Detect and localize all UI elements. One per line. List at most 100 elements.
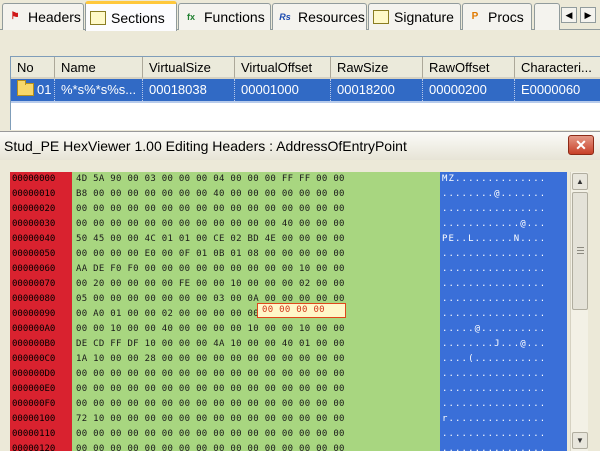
hex-offset: 00000110 [12,429,56,439]
tab-label: Procs [488,9,524,25]
hex-line: 00000060 AA DE F0 F0 00 00 00 00 00 00 00… [10,262,567,276]
thumb-grip-line [577,247,584,248]
hex-bytes[interactable]: 00 00 00 00 E0 00 0F 01 0B 01 08 00 00 0… [76,247,345,261]
arrow-left-icon: ◀ [565,9,573,20]
hex-line: 000000C0 1A 10 00 00 28 00 00 00 00 00 00… [10,352,567,366]
cell-text: 00000200 [429,82,487,97]
hex-bytes[interactable]: B8 00 00 00 00 00 00 00 40 00 00 00 00 0… [76,187,345,201]
hex-ascii[interactable]: ................ [442,307,546,321]
tab-procs[interactable]: P Procs [462,3,532,30]
hex-line: 00000020 00 00 00 00 00 00 00 00 00 00 00… [10,202,567,216]
hex-offset: 000000A0 [12,324,56,334]
tab-scroll-left-button[interactable]: ◀ [561,7,577,23]
vertical-scrollbar[interactable]: ▲ ▼ [570,172,588,451]
hex-ascii[interactable]: ........@....... [442,187,546,201]
hex-ascii[interactable]: ................ [442,367,546,381]
tab-resources[interactable]: Rs Resources [272,3,367,30]
hex-bytes[interactable]: 00 00 00 00 00 00 00 00 00 00 00 00 00 0… [76,427,345,441]
tab-bar: ⚑ Headers Sections fx Functions Rs Resources Si… [0,0,600,31]
table-header: No Name VirtualSize VirtualOffset RawSize Raw… [11,57,600,79]
hex-bytes[interactable]: 1A 10 00 00 28 00 00 00 00 00 00 00 00 0… [76,352,345,366]
hexviewer-title: Stud_PE HexViewer 1.00 Editing Headers :… [4,138,407,154]
hex-offset: 000000E0 [12,384,56,394]
hex-bytes[interactable]: 00 00 00 00 00 00 00 00 00 00 00 00 00 0… [76,367,345,381]
hex-bytes[interactable]: 72 10 00 00 00 00 00 00 00 00 00 00 00 0… [76,412,345,426]
hex-ascii[interactable]: r............... [442,412,546,426]
scroll-up-button[interactable]: ▲ [572,173,588,190]
close-button[interactable]: ✕ [568,135,594,155]
tab-label: Sections [111,9,165,26]
scroll-down-button[interactable]: ▼ [572,432,588,449]
hex-line: 000000D0 00 00 00 00 00 00 00 00 00 00 00… [10,367,567,381]
hex-ascii[interactable]: ................ [442,427,546,441]
hex-line: 00000030 00 00 00 00 00 00 00 00 00 00 00… [10,217,567,231]
table-cell: 01 [11,79,55,101]
hex-ascii[interactable]: ................ [442,262,546,276]
hexviewer-titlebar[interactable]: Stud_PE HexViewer 1.00 Editing Headers :… [0,132,600,160]
column-header[interactable]: Name [55,57,143,79]
tab-sections[interactable]: Sections [85,1,177,31]
hex-bytes[interactable]: 00 00 00 00 00 00 00 00 00 00 00 00 00 0… [76,397,345,411]
column-header[interactable]: Characteri... [515,57,600,79]
hex-offset: 00000010 [12,189,56,199]
table-row[interactable]: 01 %*s%*s%s... 00018038 00001000 00018200 000… [11,79,600,101]
hex-ascii[interactable]: MZ.............. [442,172,546,186]
table-cell: E0000060 [515,79,600,101]
sections-table: No Name VirtualSize VirtualOffset RawSize Raw… [10,56,600,130]
hex-offset: 00000090 [12,309,56,319]
column-header[interactable]: VirtualOffset [235,57,331,79]
hex-line: 00000050 00 00 00 00 E0 00 0F 01 0B 01 08… [10,247,567,261]
hex-ascii[interactable]: ................ [442,277,546,291]
column-header[interactable]: No [11,57,55,79]
headers-icon: ⚑ [10,11,20,22]
sections-icon [90,10,106,25]
hex-bytes[interactable]: 00 00 00 00 00 00 00 00 00 00 00 00 40 0… [76,217,345,231]
hex-offset: 000000B0 [12,339,56,349]
hex-bytes[interactable]: 00 00 00 00 00 00 00 00 00 00 00 00 00 0… [76,382,345,396]
tab-functions[interactable]: fx Functions [178,3,271,30]
tab-label: Headers [28,9,81,25]
hex-ascii[interactable]: .....@.......... [442,322,546,336]
hex-bytes[interactable]: 00 20 00 00 00 00 FE 00 00 10 00 00 00 0… [76,277,345,291]
hex-bytes[interactable]: 50 45 00 00 4C 01 01 00 CE 02 BD 4E 00 0… [76,232,345,246]
hex-bytes[interactable]: AA DE F0 F0 00 00 00 00 00 00 00 00 00 1… [76,262,345,276]
hex-bytes[interactable]: DE CD FF DF 10 00 00 00 4A 10 00 00 40 0… [76,337,345,351]
column-header[interactable]: VirtualSize [143,57,235,79]
hex-ascii[interactable]: ................ [442,292,546,306]
hex-ascii[interactable]: ................ [442,382,546,396]
hex-bytes[interactable]: 00 00 00 00 00 00 00 00 00 00 00 00 00 0… [76,202,345,216]
folder-icon [17,80,34,96]
procs-icon: P [471,11,479,22]
hex-line: 00000010 B8 00 00 00 00 00 00 00 40 00 00… [10,187,567,201]
tab-headers[interactable]: ⚑ Headers [2,3,84,30]
hex-ascii[interactable]: ................ [442,397,546,411]
tab-signature[interactable]: Signature [368,3,461,30]
thumb-grip-line [577,253,584,254]
hex-ascii[interactable]: ................ [442,202,546,216]
hex-bytes[interactable]: 4D 5A 90 00 03 00 00 00 04 00 00 00 FF F… [76,172,345,186]
hex-dump[interactable]: 00000000 4D 5A 90 00 03 00 00 00 04 00 00… [10,172,567,451]
hex-line: 000000B0 DE CD FF DF 10 00 00 00 4A 10 00… [10,337,567,351]
hex-ascii[interactable]: ....(........... [442,352,546,366]
signature-icon [373,10,389,24]
hex-ascii[interactable]: ............@... [442,217,546,231]
hex-bytes[interactable]: 00 00 10 00 00 40 00 00 00 00 10 00 00 1… [76,322,345,336]
entry-point-highlight[interactable]: 00 00 00 00 [257,303,346,318]
hex-line: 00000040 50 45 00 00 4C 01 01 00 CE 02 BD… [10,232,567,246]
hex-ascii[interactable]: PE..L......N.... [442,232,546,246]
scroll-thumb[interactable] [572,192,588,310]
arrow-right-icon: ▶ [584,9,592,20]
sections-panel: No Name VirtualSize VirtualOffset RawSize Raw… [0,30,600,130]
tab-overflow[interactable] [534,3,560,30]
table-cell: 00001000 [235,79,331,101]
column-header[interactable]: RawOffset [423,57,515,79]
hex-ascii[interactable]: ........J...@... [442,337,546,351]
hex-offset: 00000020 [12,204,56,214]
cell-text: 00001000 [241,82,299,97]
hex-line: 00000110 00 00 00 00 00 00 00 00 00 00 00… [10,427,567,441]
hex-line: 00000000 4D 5A 90 00 03 00 00 00 04 00 00… [10,172,567,186]
column-header[interactable]: RawSize [331,57,423,79]
tab-scroll-right-button[interactable]: ▶ [580,7,596,23]
cell-text: E0000060 [521,82,581,97]
hex-ascii[interactable]: ................ [442,247,546,261]
